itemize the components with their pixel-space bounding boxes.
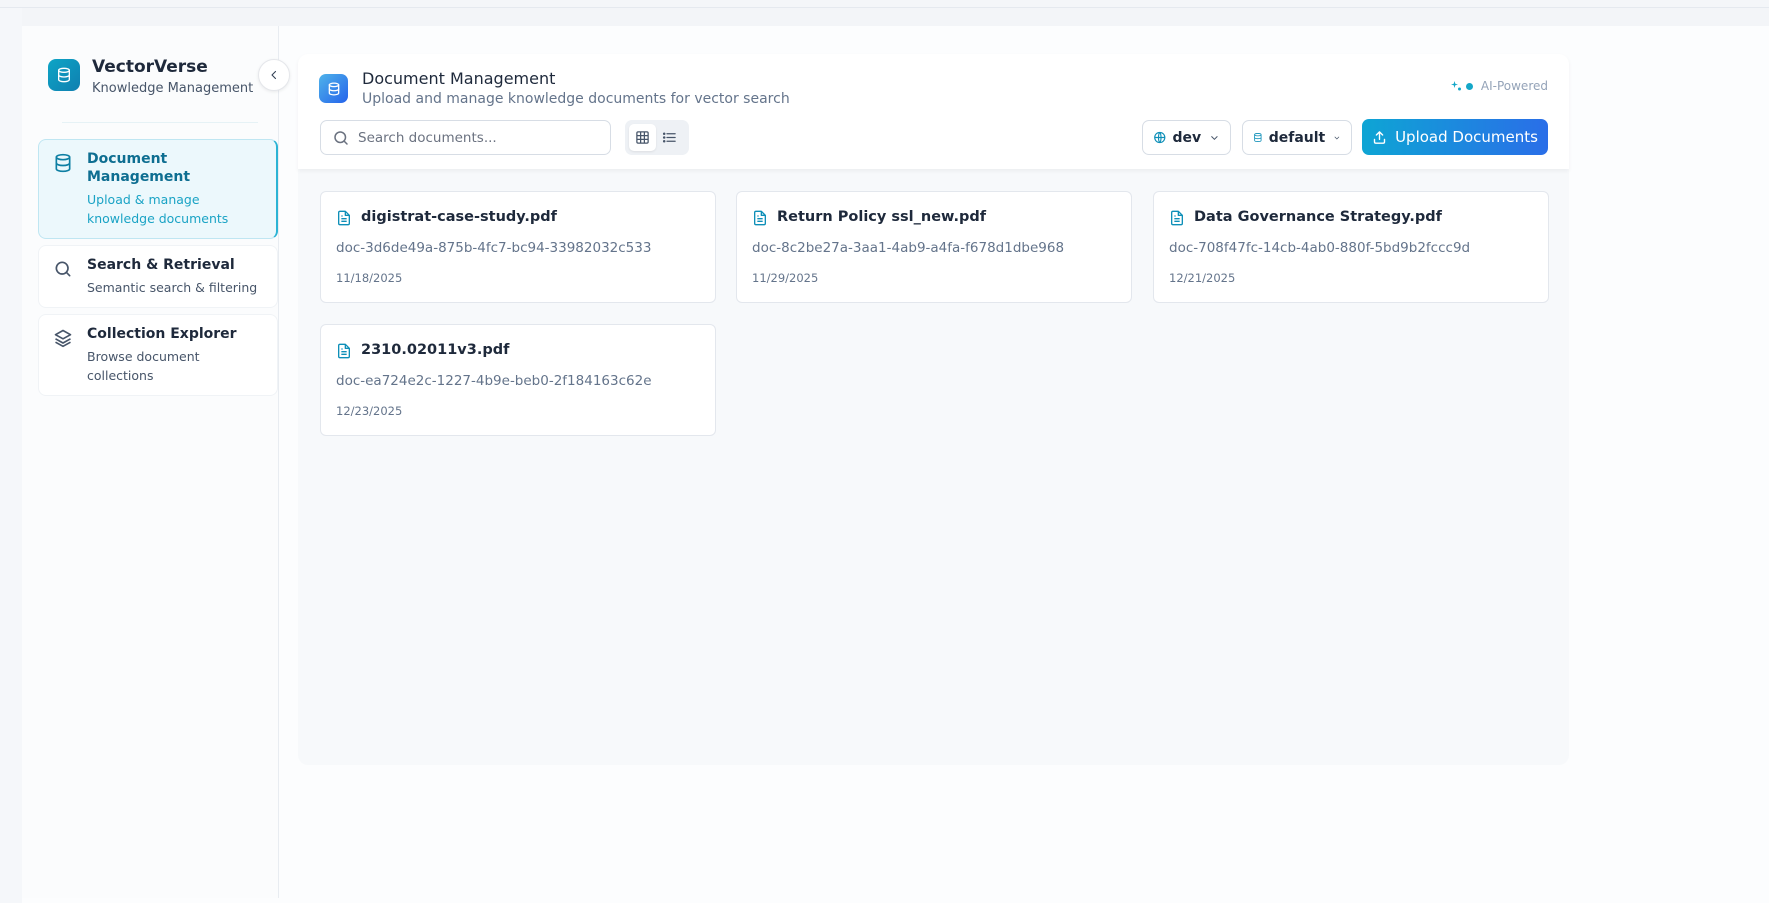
collapse-sidebar-button[interactable]	[258, 59, 290, 91]
database-icon	[1254, 133, 1262, 142]
document-name: digistrat-case-study.pdf	[361, 209, 557, 225]
view-mode-toggle	[625, 120, 689, 155]
window-left-edge	[0, 8, 22, 903]
document-name: 2310.02011v3.pdf	[361, 342, 510, 358]
file-text-icon	[1171, 210, 1183, 226]
brand-name: VectorVerse	[92, 57, 208, 77]
collection-select[interactable]: default	[1242, 120, 1352, 155]
sidebar-item-desc: Browse document collections	[87, 349, 200, 383]
sidebar-item-title: Document Management	[87, 151, 191, 185]
sidebar-item-search-retrieval[interactable]: Search & Retrieval Semantic search & fil…	[38, 245, 278, 308]
document-id: doc-708f47fc-14cb-4ab0-880f-5bd9b2fccc9d	[1169, 240, 1471, 256]
sidebar: VectorVerse Knowledge Management Documen…	[22, 26, 290, 898]
chevron-down-icon	[1334, 136, 1340, 139]
document-date: 11/29/2025	[752, 271, 819, 285]
status-dot	[1465, 82, 1473, 90]
document-id: doc-8c2be27a-3aa1-4ab9-a4fa-f678d1dbe968	[752, 240, 1065, 256]
chevron-left-icon	[271, 70, 277, 80]
upload-label: Upload Documents	[1395, 128, 1538, 146]
search-icon	[55, 261, 71, 277]
database-icon	[319, 74, 348, 103]
document-id: doc-ea724e2c-1227-4b9e-beb0-2f184163c62e	[336, 373, 652, 389]
document-card[interactable]: Data Governance Strategy.pdf doc-708f47f…	[1153, 191, 1549, 303]
app-frame: VectorVerse Knowledge Management Documen…	[22, 26, 1769, 903]
browser-top-edge	[0, 0, 1769, 8]
layers-icon	[54, 329, 72, 348]
file-text-icon	[338, 210, 350, 226]
page-header: Document Management Upload and manage kn…	[298, 54, 1569, 169]
brand: VectorVerse Knowledge Management	[48, 56, 253, 98]
collection-value: default	[1268, 129, 1326, 146]
list-view-button[interactable]	[656, 124, 683, 151]
page-title: Document Management	[362, 69, 556, 88]
document-date: 11/18/2025	[336, 271, 403, 285]
brand-subtitle: Knowledge Management	[92, 81, 254, 96]
upload-documents-button[interactable]: Upload Documents	[1362, 119, 1548, 155]
sparkles-icon	[1450, 81, 1461, 91]
sidebar-item-desc: Upload & manage knowledge documents	[87, 192, 229, 226]
sidebar-item-title: Search & Retrieval	[87, 257, 235, 273]
chevron-down-icon	[1211, 135, 1218, 140]
ai-powered-badge: AI-Powered	[1450, 79, 1548, 93]
grid-icon	[636, 131, 649, 144]
document-name: Data Governance Strategy.pdf	[1194, 209, 1442, 225]
sidebar-item-document-management[interactable]: Document Management Upload & manage know…	[38, 139, 278, 239]
database-icon	[55, 153, 71, 173]
document-card[interactable]: 2310.02011v3.pdf doc-ea724e2c-1227-4b9e-…	[320, 324, 716, 436]
sidebar-nav: Document Management Upload & manage know…	[38, 139, 278, 402]
sidebar-item-title: Collection Explorer	[87, 326, 237, 342]
document-id: doc-3d6de49a-875b-4fc7-bc94-33982032c533	[336, 240, 652, 256]
environment-value: dev	[1172, 129, 1202, 146]
ai-powered-label: AI-Powered	[1480, 79, 1548, 93]
search-icon	[334, 130, 348, 145]
document-date: 12/23/2025	[336, 404, 403, 418]
search-input[interactable]	[358, 129, 598, 146]
main-panel: Document Management Upload and manage kn…	[298, 54, 1569, 765]
search-box	[320, 120, 611, 155]
document-name: Return Policy ssl_new.pdf	[777, 209, 987, 225]
file-text-icon	[338, 343, 350, 359]
globe-icon	[1154, 131, 1166, 144]
document-card[interactable]: Return Policy ssl_new.pdf doc-8c2be27a-3…	[736, 191, 1132, 303]
list-icon	[662, 132, 676, 143]
page-subtitle: Upload and manage knowledge documents fo…	[362, 91, 790, 107]
file-text-icon	[754, 210, 766, 226]
grid-view-button[interactable]	[629, 124, 656, 151]
sidebar-item-desc: Semantic search & filtering	[87, 280, 258, 295]
sidebar-item-collection-explorer[interactable]: Collection Explorer Browse document coll…	[38, 314, 278, 396]
environment-select[interactable]: dev	[1142, 120, 1231, 155]
brand-divider	[62, 122, 258, 123]
upload-icon	[1373, 130, 1386, 144]
database-icon	[48, 59, 80, 91]
document-date: 12/21/2025	[1169, 271, 1236, 285]
document-card[interactable]: digistrat-case-study.pdf doc-3d6de49a-87…	[320, 191, 716, 303]
